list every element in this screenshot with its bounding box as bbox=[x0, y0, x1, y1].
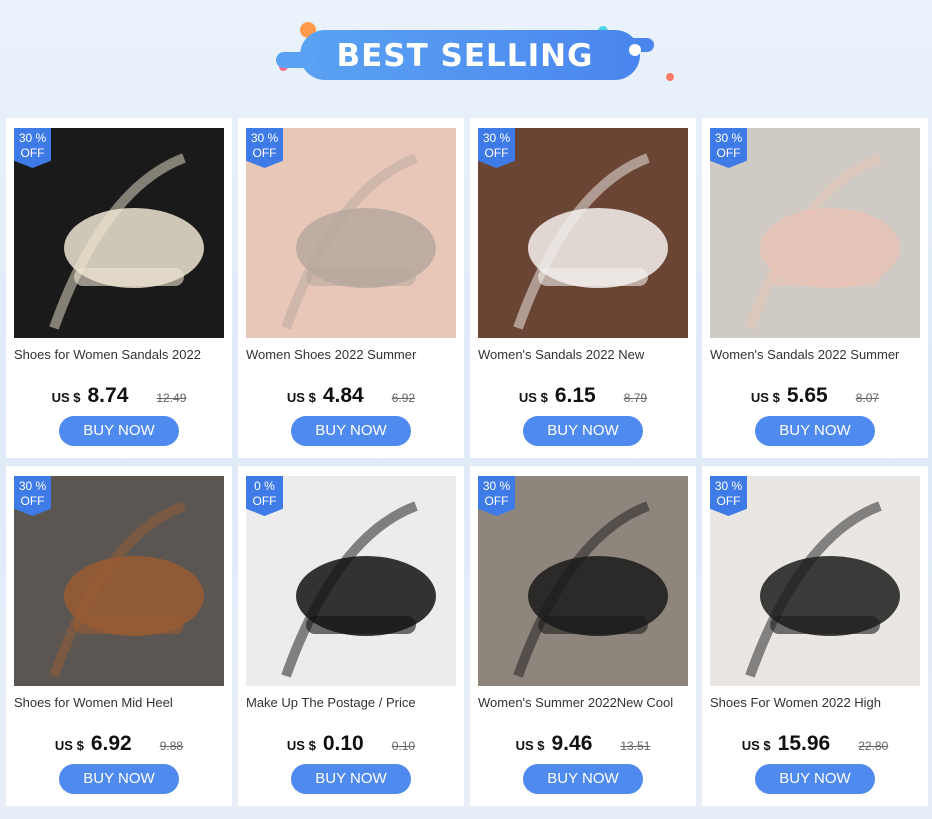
sale-price: 5.65 bbox=[786, 384, 828, 407]
product-title[interactable]: Women's Sandals 2022 New bbox=[478, 347, 692, 362]
buy-now-button[interactable]: BUY NOW bbox=[755, 764, 875, 794]
product-card[interactable]: 30 % OFF Shoes for Women Mid Heel US $ 6… bbox=[6, 466, 232, 806]
product-card[interactable]: 30 % OFF Women's Sandals 2022 Summer US … bbox=[702, 118, 928, 458]
product-title[interactable]: Shoes for Women Sandals 2022 bbox=[14, 347, 228, 362]
price-row: US $ 15.96 22.80 bbox=[702, 732, 928, 756]
sale-price: 0.10 bbox=[322, 732, 364, 755]
sale-price: 6.92 bbox=[90, 732, 132, 755]
decor-dot bbox=[629, 44, 641, 56]
product-card[interactable]: 30 % OFF Women's Sandals 2022 New US $ 6… bbox=[470, 118, 696, 458]
price-row: US $ 6.92 9.88 bbox=[6, 732, 232, 756]
price-row: US $ 0.10 0.10 bbox=[238, 732, 464, 756]
discount-badge: 30 % OFF bbox=[478, 128, 515, 168]
product-grid: 30 % OFF Shoes for Women Sandals 2022 US… bbox=[6, 118, 928, 806]
product-card[interactable]: 30 % OFF Shoes For Women 2022 High US $ … bbox=[702, 466, 928, 806]
product-title[interactable]: Shoes for Women Mid Heel bbox=[14, 695, 228, 710]
buy-now-button[interactable]: BUY NOW bbox=[291, 764, 411, 794]
currency-label: US $ bbox=[515, 738, 545, 753]
original-price: 0.10 bbox=[391, 739, 416, 753]
product-title[interactable]: Women's Sandals 2022 Summer bbox=[710, 347, 924, 362]
sale-price: 8.74 bbox=[87, 384, 129, 407]
original-price: 9.88 bbox=[159, 739, 184, 753]
buy-now-button[interactable]: BUY NOW bbox=[755, 416, 875, 446]
price-row: US $ 4.84 6.92 bbox=[238, 384, 464, 408]
buy-now-button[interactable]: BUY NOW bbox=[59, 416, 179, 446]
discount-badge: 30 % OFF bbox=[710, 476, 747, 516]
original-price: 22.80 bbox=[858, 739, 889, 753]
original-price: 12.49 bbox=[156, 391, 187, 405]
original-price: 8.07 bbox=[855, 391, 880, 405]
product-card[interactable]: 30 % OFF Shoes for Women Sandals 2022 US… bbox=[6, 118, 232, 458]
discount-badge: 30 % OFF bbox=[14, 128, 51, 168]
discount-badge: 30 % OFF bbox=[710, 128, 747, 168]
discount-badge: 30 % OFF bbox=[478, 476, 515, 516]
product-title[interactable]: Women Shoes 2022 Summer bbox=[246, 347, 460, 362]
sale-price: 9.46 bbox=[551, 732, 593, 755]
buy-now-button[interactable]: BUY NOW bbox=[291, 416, 411, 446]
price-row: US $ 8.74 12.49 bbox=[6, 384, 232, 408]
buy-now-button[interactable]: BUY NOW bbox=[523, 764, 643, 794]
discount-badge: 30 % OFF bbox=[246, 128, 283, 168]
product-title[interactable]: Make Up The Postage / Price bbox=[246, 695, 460, 710]
original-price: 8.79 bbox=[623, 391, 648, 405]
currency-label: US $ bbox=[286, 738, 316, 753]
currency-label: US $ bbox=[741, 738, 771, 753]
banner-title: BEST SELLING bbox=[336, 38, 594, 74]
product-card[interactable]: 30 % OFF Women's Summer 2022New Cool US … bbox=[470, 466, 696, 806]
decor-dot bbox=[666, 73, 674, 81]
price-row: US $ 6.15 8.79 bbox=[470, 384, 696, 408]
product-card[interactable]: 30 % OFF Women Shoes 2022 Summer US $ 4.… bbox=[238, 118, 464, 458]
sale-price: 4.84 bbox=[322, 384, 364, 407]
currency-label: US $ bbox=[286, 390, 316, 405]
product-title[interactable]: Women's Summer 2022New Cool bbox=[478, 695, 692, 710]
currency-label: US $ bbox=[518, 390, 548, 405]
price-row: US $ 9.46 13.51 bbox=[470, 732, 696, 756]
discount-badge: 0 % OFF bbox=[246, 476, 283, 516]
original-price: 6.92 bbox=[391, 391, 416, 405]
sale-price: 6.15 bbox=[554, 384, 596, 407]
original-price: 13.51 bbox=[620, 739, 651, 753]
currency-label: US $ bbox=[51, 390, 81, 405]
buy-now-button[interactable]: BUY NOW bbox=[523, 416, 643, 446]
currency-label: US $ bbox=[54, 738, 84, 753]
buy-now-button[interactable]: BUY NOW bbox=[59, 764, 179, 794]
best-selling-banner: BEST SELLING bbox=[0, 0, 932, 118]
discount-badge: 30 % OFF bbox=[14, 476, 51, 516]
currency-label: US $ bbox=[750, 390, 780, 405]
price-row: US $ 5.65 8.07 bbox=[702, 384, 928, 408]
product-card[interactable]: 0 % OFF Make Up The Postage / Price US $… bbox=[238, 466, 464, 806]
product-title[interactable]: Shoes For Women 2022 High bbox=[710, 695, 924, 710]
sale-price: 15.96 bbox=[777, 732, 831, 755]
